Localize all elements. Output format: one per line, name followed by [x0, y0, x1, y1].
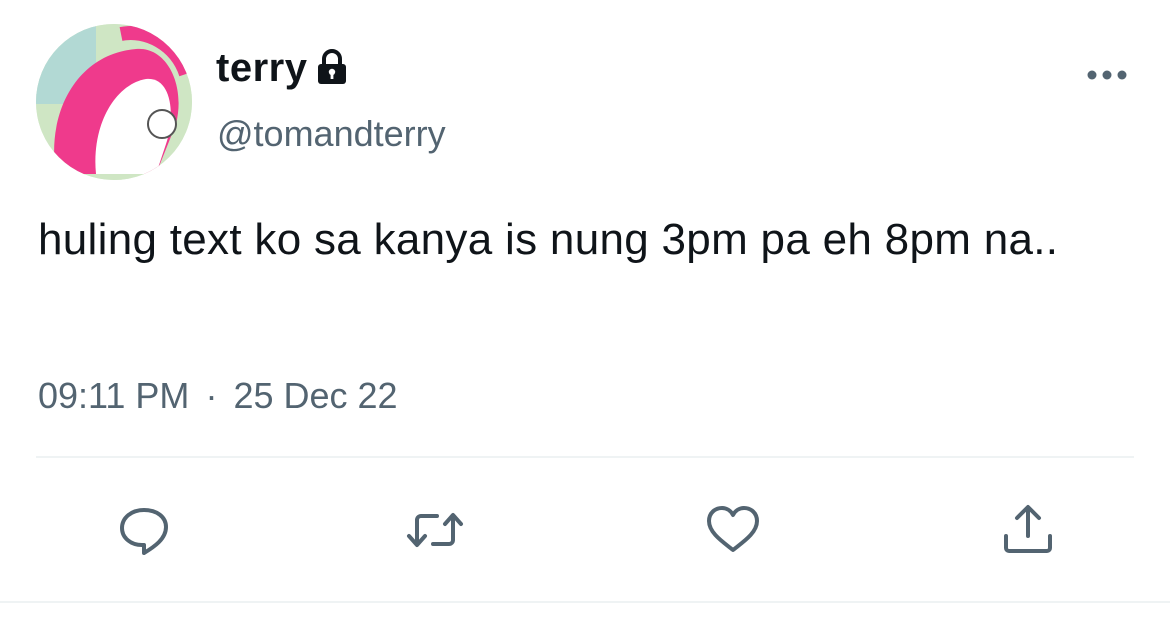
- more-horizontal-icon: [1087, 70, 1127, 80]
- divider: [36, 456, 1134, 458]
- reply-button[interactable]: [114, 500, 174, 560]
- reply-icon: [120, 508, 168, 555]
- display-name[interactable]: terry: [216, 44, 347, 92]
- heart-icon: [707, 506, 759, 552]
- share-icon: [1004, 505, 1052, 553]
- handle[interactable]: @tomandterry: [217, 112, 446, 156]
- tweet-timestamp[interactable]: 09:11 PM · 25 Dec 22: [38, 374, 398, 418]
- avatar[interactable]: [36, 24, 192, 180]
- retweet-button[interactable]: [405, 500, 465, 560]
- tweet-date: 25 Dec 22: [233, 375, 398, 416]
- bottom-divider: [0, 601, 1170, 603]
- display-name-text: terry: [216, 46, 308, 90]
- lock-icon: [317, 49, 347, 87]
- share-button[interactable]: [998, 500, 1058, 560]
- avatar-image: [36, 24, 192, 180]
- more-options-button[interactable]: [1082, 62, 1132, 88]
- meta-separator: ·: [205, 375, 218, 416]
- tweet-time: 09:11 PM: [38, 375, 190, 416]
- retweet-icon: [407, 513, 463, 547]
- tweet-text: huling text ko sa kanya is nung 3pm pa e…: [38, 215, 1059, 264]
- like-button[interactable]: [703, 500, 763, 560]
